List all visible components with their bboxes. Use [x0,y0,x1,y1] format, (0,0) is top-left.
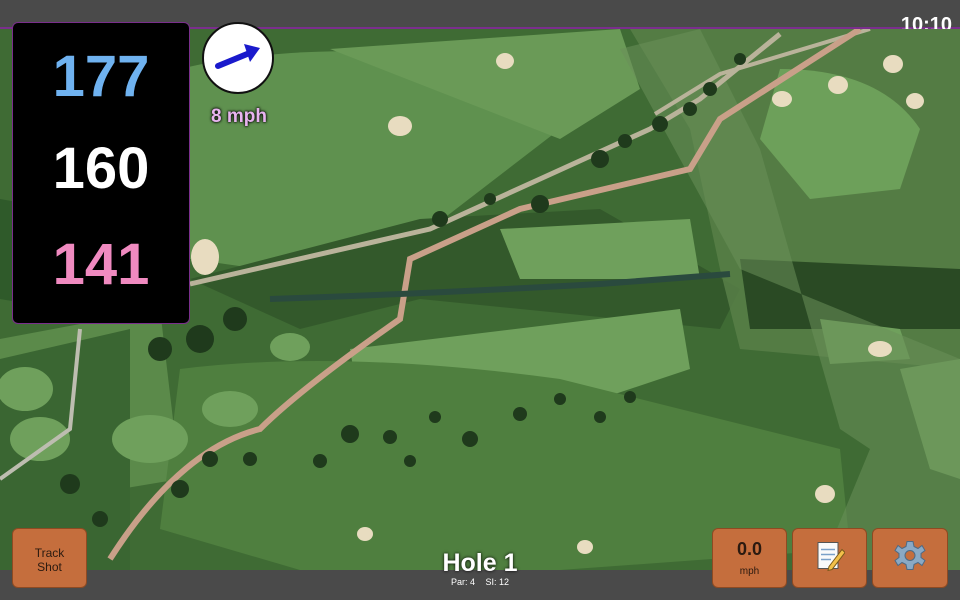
track-shot-label-line2: Shot [37,560,62,574]
speed-button[interactable]: 0.0 mph [712,528,787,588]
hole-title: Hole 1 [442,549,518,577]
track-shot-button[interactable]: Track Shot [12,528,87,588]
arrow-right-up-icon [215,44,260,69]
middle-distance: 160 [52,136,150,201]
settings-button[interactable] [872,528,948,588]
front-distance: 141 [52,232,150,297]
notes-button[interactable] [792,528,867,588]
speed-value: 0.0 [736,539,763,559]
speed-unit: mph [739,566,760,577]
back-distance: 177 [52,44,150,109]
wind-speed: 8 mph [211,106,267,127]
notepad-pencil-icon [815,540,846,577]
distance-panel: 177 160 141 [12,22,190,324]
gear-icon [894,540,926,577]
hole-stroke-index: SI: 12 [485,577,510,587]
track-shot-label-line1: Track [34,546,65,560]
wind-indicator [202,22,274,94]
hole-meta: Par: 4 SI: 12 [380,577,580,587]
hole-par: Par: 4 [450,577,475,587]
